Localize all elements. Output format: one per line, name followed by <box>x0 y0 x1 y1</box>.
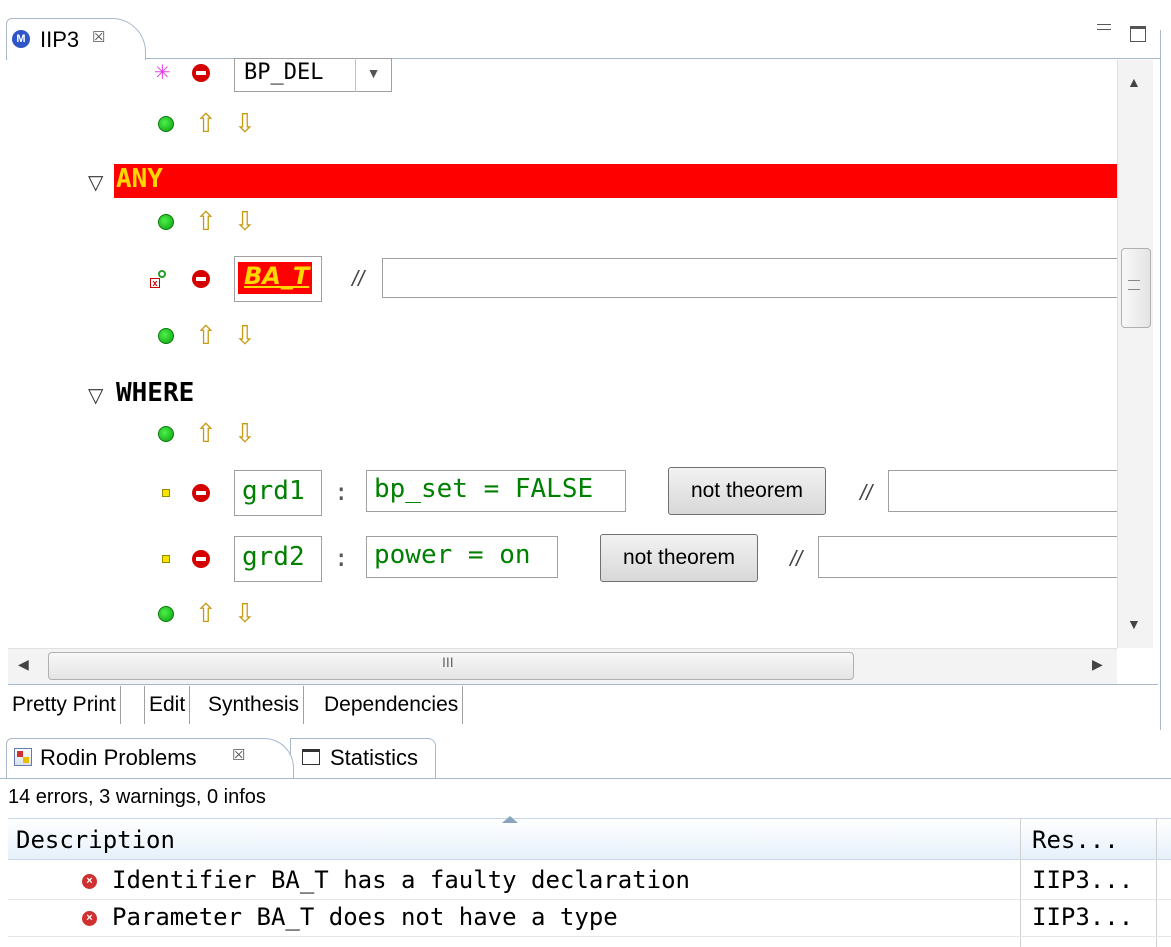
vertical-scrollbar[interactable] <box>1117 60 1153 648</box>
guard-predicate-value: power = on <box>374 540 531 570</box>
parameter-comment-field[interactable] <box>382 258 1120 298</box>
move-down-icon[interactable]: ⇩ <box>234 208 256 234</box>
remove-icon[interactable] <box>192 484 210 502</box>
move-down-icon[interactable]: ⇩ <box>234 110 256 136</box>
grip-icon: III <box>442 654 454 670</box>
problems-summary: 14 errors, 3 warnings, 0 infos <box>8 786 266 808</box>
tab-pretty-print[interactable]: Pretty Print <box>8 686 121 724</box>
table-header <box>8 818 1171 860</box>
comment-marker: // <box>860 480 873 505</box>
move-up-icon[interactable]: ⇧ <box>195 420 217 446</box>
problems-tab-divider <box>0 778 1171 779</box>
any-section-bar <box>114 164 1117 198</box>
move-up-icon[interactable]: ⇧ <box>195 110 217 136</box>
add-icon[interactable] <box>158 214 174 230</box>
guard-label-value: grd1 <box>242 476 305 506</box>
statistics-tab-label: Statistics <box>330 745 419 770</box>
error-icon: × <box>82 874 97 889</box>
refines-combo-value: BP_DEL <box>244 60 324 85</box>
scroll-left-icon[interactable]: ◀ <box>18 656 29 673</box>
add-icon[interactable] <box>158 328 174 344</box>
column-header-resource[interactable]: Res... <box>1032 826 1119 854</box>
guard-separator: : <box>334 544 349 572</box>
close-icon[interactable]: ☒ <box>92 28 105 46</box>
problems-tab-label: Rodin Problems <box>40 745 197 770</box>
tab-synthesis[interactable]: Synthesis <box>204 686 305 724</box>
guard-label-value: grd2 <box>242 542 305 572</box>
close-icon[interactable]: ☒ <box>232 746 245 764</box>
column-header-description[interactable]: Description <box>16 826 175 854</box>
comment-marker: // <box>352 266 365 291</box>
move-up-icon[interactable]: ⇧ <box>195 208 217 234</box>
editor-tab-bar <box>0 0 1171 60</box>
guard-predicate-value: bp_set = FALSE <box>374 474 594 504</box>
sort-ascending-icon[interactable] <box>502 816 518 823</box>
move-down-icon[interactable]: ⇩ <box>234 420 256 446</box>
move-down-icon[interactable]: ⇩ <box>234 322 256 348</box>
add-icon[interactable] <box>158 606 174 622</box>
remove-icon[interactable] <box>192 64 210 82</box>
add-icon[interactable] <box>158 426 174 442</box>
not-theorem-button[interactable]: not theorem <box>668 467 826 515</box>
maximize-icon[interactable] <box>1130 26 1146 42</box>
minimize-icon[interactable] <box>1097 24 1111 30</box>
remove-icon[interactable] <box>192 550 210 568</box>
error-decorated-parameter-icon: x <box>150 270 168 288</box>
event-icon: ✳ <box>154 62 171 84</box>
collapse-triangle-icon[interactable]: ▽ <box>88 383 103 408</box>
statistics-view-icon <box>302 749 320 765</box>
comment-marker: // <box>790 546 803 571</box>
guard-comment-field[interactable] <box>888 470 1120 512</box>
guard-icon <box>162 555 170 563</box>
any-section-label: ANY <box>116 164 163 194</box>
collapse-triangle-icon[interactable]: ▽ <box>88 170 103 195</box>
problem-resource: IIP3... <box>1032 903 1134 931</box>
chevron-down-icon[interactable]: ▼ <box>355 58 391 92</box>
editor-right-border <box>1160 30 1171 730</box>
not-theorem-button[interactable]: not theorem <box>600 534 758 582</box>
scroll-up-icon[interactable]: ▲ <box>1127 74 1141 90</box>
scroll-down-icon[interactable]: ▼ <box>1127 616 1141 632</box>
remove-icon[interactable] <box>192 270 210 288</box>
move-down-icon[interactable]: ⇩ <box>234 600 256 626</box>
add-icon[interactable] <box>158 116 174 132</box>
problem-description: Parameter BA_T does not have a type <box>112 903 618 931</box>
move-up-icon[interactable]: ⇧ <box>195 600 217 626</box>
guard-separator: : <box>334 478 349 506</box>
where-section-label: WHERE <box>116 378 195 408</box>
problem-resource: IIP3... <box>1032 866 1134 894</box>
guard-comment-field[interactable] <box>818 536 1120 578</box>
editor-tab-label: IIP3 <box>40 27 80 52</box>
move-up-icon[interactable]: ⇧ <box>195 322 217 348</box>
problem-description: Identifier BA_T has a faulty declaration <box>112 866 690 894</box>
parameter-name-value: BA_T <box>244 262 310 290</box>
machine-icon: M <box>12 30 30 48</box>
scroll-right-icon[interactable]: ▶ <box>1092 656 1103 673</box>
grip-icon <box>1128 280 1140 290</box>
error-icon: × <box>82 911 97 926</box>
tab-edit[interactable]: Edit <box>144 686 191 724</box>
guard-icon <box>162 489 170 497</box>
tab-dependencies[interactable]: Dependencies <box>320 686 464 724</box>
problems-view-icon <box>14 748 32 766</box>
